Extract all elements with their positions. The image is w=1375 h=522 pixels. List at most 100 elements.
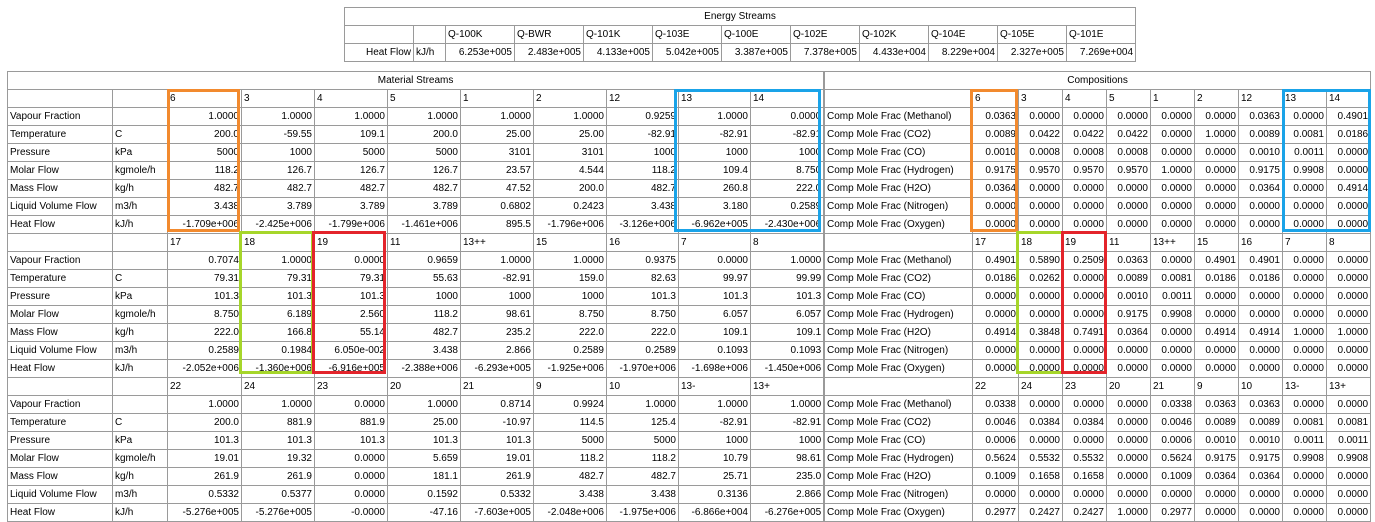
comp-stream-name: 3: [1018, 89, 1063, 108]
material-value-cell: 0.3136: [678, 485, 751, 504]
comp-value-cell: 0.5532: [1018, 449, 1063, 468]
comp-value-cell: 0.0000: [1238, 359, 1283, 378]
material-value-cell: 200.0: [533, 179, 607, 198]
material-stream-name: 16: [606, 233, 679, 252]
comp-value-cell: 0.5890: [1018, 251, 1063, 270]
comp-value-cell: 0.0000: [1018, 197, 1063, 216]
comp-value-cell: 0.0000: [1194, 107, 1239, 126]
comp-value-cell: 0.0000: [1194, 359, 1239, 378]
comp-row-label: Comp Mole Frac (CO2): [824, 125, 973, 144]
comp-value-cell: 0.0363: [1194, 395, 1239, 414]
material-value-cell: 0.2589: [533, 341, 607, 360]
material-value-cell: 101.3: [606, 287, 679, 306]
material-value-cell: -1.461e+006: [387, 215, 461, 234]
material-value-cell: -82.91: [606, 125, 679, 144]
comp-value-cell: 0.0011: [1325, 431, 1372, 450]
material-property-row: Mass Flow kg/h 261.9 261.9 0.0000 181.1 261.9 4…: [7, 467, 825, 486]
material-value-cell: 261.9: [241, 467, 315, 486]
comp-value-cell: 0.0000: [1238, 287, 1283, 306]
comp-value-cell: 0.0000: [1150, 359, 1195, 378]
comp-value-cell: 0.0046: [1150, 413, 1195, 432]
comp-value-cell: 0.0000: [1282, 467, 1327, 486]
comp-row: Comp Mole Frac (CO2) 0.0089 0.0422 0.0422 0.…: [824, 125, 1372, 144]
energy-value-cell: 4.433e+004: [859, 43, 929, 62]
material-property-label: Vapour Fraction: [7, 107, 113, 126]
comp-value-cell: 0.0081: [1325, 413, 1372, 432]
material-stream-name: 24: [241, 377, 315, 396]
comp-value-cell: 0.0010: [972, 143, 1019, 162]
material-property-label: Liquid Volume Flow: [7, 485, 113, 504]
comp-stream-header-row: 6 3 4 5 1 2 12 13 14: [824, 89, 1372, 108]
material-value-cell: 109.1: [314, 125, 388, 144]
material-value-cell: 1000: [241, 143, 315, 162]
material-value-cell: 19.32: [241, 449, 315, 468]
material-property-label: Pressure: [7, 431, 113, 450]
comp-value-cell: 0.0000: [1282, 395, 1327, 414]
comp-value-cell: 0.5532: [1062, 449, 1107, 468]
comp-value-cell: 1.0000: [1325, 323, 1372, 342]
material-value-cell: 101.3: [167, 431, 242, 450]
material-property-unit: kPa: [112, 431, 168, 450]
material-property-label: Liquid Volume Flow: [7, 197, 113, 216]
material-value-cell: 98.61: [460, 305, 534, 324]
comp-value-cell: 0.0000: [1194, 179, 1239, 198]
comp-value-cell: 0.0364: [972, 179, 1019, 198]
material-value-cell: 126.7: [241, 161, 315, 180]
material-value-cell: 2.866: [460, 341, 534, 360]
comp-value-cell: 0.0089: [1194, 413, 1239, 432]
material-value-cell: 109.4: [678, 161, 751, 180]
material-stream-name: 18: [241, 233, 315, 252]
comp-value-cell: 0.0000: [1150, 215, 1195, 234]
comp-value-cell: 0.0000: [1325, 305, 1372, 324]
comp-value-cell: 0.0186: [1325, 125, 1372, 144]
energy-value-cell: 8.229e+004: [928, 43, 998, 62]
comp-stream-name: 5: [1106, 89, 1151, 108]
material-value-cell: 47.52: [460, 179, 534, 198]
comp-row-label: Comp Mole Frac (CO): [824, 143, 973, 162]
comp-title-row: Compositions: [823, 71, 1372, 90]
comp-value-cell: 0.0000: [1018, 287, 1063, 306]
comp-value-cell: 0.0000: [1194, 287, 1239, 306]
comp-value-cell: 0.0000: [972, 287, 1019, 306]
material-value-cell: 482.7: [387, 323, 461, 342]
comp-value-cell: 0.0364: [1238, 179, 1283, 198]
comp-value-cell: 0.0000: [1062, 359, 1107, 378]
material-value-cell: 101.3: [241, 287, 315, 306]
material-value-cell: 482.7: [533, 467, 607, 486]
comp-value-cell: 0.0000: [1062, 197, 1107, 216]
material-value-cell: -2.052e+006: [167, 359, 242, 378]
comp-value-cell: 0.0000: [1325, 467, 1372, 486]
material-value-cell: 55.63: [387, 269, 461, 288]
material-value-cell: 5000: [606, 431, 679, 450]
comp-value-cell: 0.1009: [1150, 467, 1195, 486]
material-value-cell: 1.0000: [678, 107, 751, 126]
material-property-label: Mass Flow: [7, 323, 113, 342]
comp-value-cell: 0.9570: [1062, 161, 1107, 180]
material-property-row: Temperature C 79.31 79.31 79.31 55.63 -82.91 15…: [7, 269, 825, 288]
comp-row-label: Comp Mole Frac (Nitrogen): [824, 341, 973, 360]
comp-value-cell: 0.9175: [1238, 161, 1283, 180]
comp-row-label: Comp Mole Frac (Methanol): [824, 395, 973, 414]
material-value-cell: 19.01: [167, 449, 242, 468]
comp-value-cell: 0.0000: [1150, 107, 1195, 126]
comp-row: Comp Mole Frac (Nitrogen) 0.0000 0.0000 0.0…: [824, 485, 1372, 504]
material-stream-name: 20: [387, 377, 461, 396]
material-value-cell: -1.698e+006: [678, 359, 751, 378]
comp-row-label: Comp Mole Frac (Oxygen): [824, 503, 973, 522]
material-value-cell: 3.789: [314, 197, 388, 216]
comp-value-cell: 0.0000: [1150, 197, 1195, 216]
comp-value-cell: 0.0000: [1106, 449, 1151, 468]
energy-stream-name: Q-100E: [721, 25, 791, 44]
material-property-unit: kJ/h: [112, 359, 168, 378]
comp-row-label: Comp Mole Frac (CO): [824, 287, 973, 306]
material-value-cell: 482.7: [167, 179, 242, 198]
comp-row-label: Comp Mole Frac (CO): [824, 431, 973, 450]
material-value-cell: 3.438: [606, 197, 679, 216]
material-header-blank: [112, 377, 168, 396]
material-value-cell: 8.750: [533, 305, 607, 324]
comp-value-cell: 0.9175: [972, 161, 1019, 180]
compositions-table: Compositions 6 3 4 5 1 2 12 13 14 Comp Mole Frac (…: [823, 71, 1372, 522]
material-property-row: Pressure kPa 101.3 101.3 101.3 1000 1000 1000 10…: [7, 287, 825, 306]
material-value-cell: 1000: [749, 143, 825, 162]
comp-value-cell: 1.0000: [1150, 161, 1195, 180]
